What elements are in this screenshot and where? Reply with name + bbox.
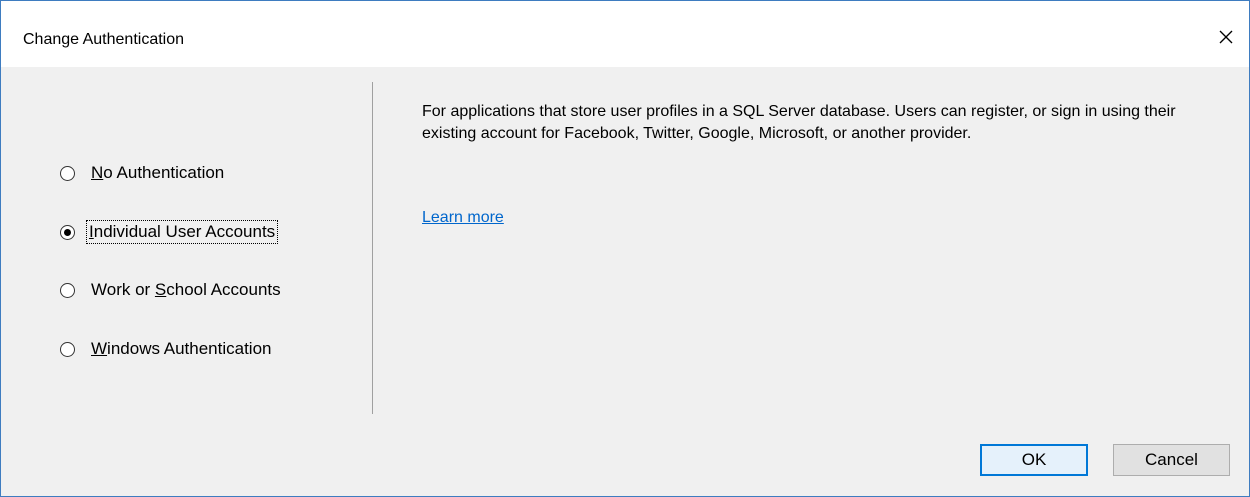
radio-work-or-school-accounts[interactable]: Work or School Accounts: [60, 277, 284, 303]
learn-more-link[interactable]: Learn more: [422, 207, 504, 229]
change-authentication-dialog: Change Authentication No Authentication …: [0, 0, 1250, 497]
title-bar: Change Authentication: [1, 1, 1249, 67]
radio-label: Individual User Accounts: [86, 220, 279, 244]
radio-label: Work or School Accounts: [91, 280, 281, 299]
close-button[interactable]: [1203, 19, 1249, 55]
radio-button-circle[interactable]: [60, 282, 75, 298]
radio-windows-authentication[interactable]: Windows Authentication: [60, 336, 275, 362]
dialog-body: No Authentication Individual User Accoun…: [1, 67, 1249, 496]
radio-label: Windows Authentication: [91, 339, 272, 358]
radio-button-circle[interactable]: [60, 165, 75, 181]
radio-no-authentication[interactable]: No Authentication: [60, 160, 227, 186]
auth-description: For applications that store user profile…: [422, 103, 1176, 142]
vertical-divider: [372, 82, 373, 414]
dialog-title: Change Authentication: [23, 31, 185, 48]
radio-button-circle-selected[interactable]: [60, 224, 75, 240]
cancel-button[interactable]: Cancel: [1113, 444, 1230, 476]
ok-button[interactable]: OK: [980, 444, 1088, 476]
radio-individual-user-accounts[interactable]: Individual User Accounts: [60, 219, 279, 245]
close-icon: [1219, 30, 1233, 44]
radio-label: No Authentication: [91, 163, 225, 182]
radio-button-circle[interactable]: [60, 341, 75, 357]
